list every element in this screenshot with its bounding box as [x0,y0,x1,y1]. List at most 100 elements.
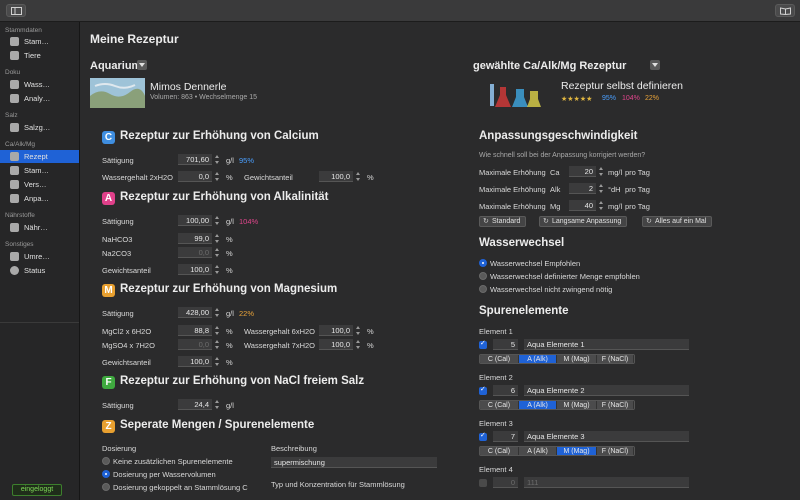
anpassung-mg-stepper[interactable] [598,200,604,211]
dosierung-radio-gekoppelt[interactable] [102,483,110,491]
dosierung-radio-volumen[interactable] [102,470,110,478]
calcium-gew-field[interactable]: 100,0 [319,171,353,182]
sidebar-toggle-button[interactable] [6,4,26,17]
sidebar-item-rezept[interactable]: Rezept [0,150,79,163]
segment-nacl[interactable]: F (NaCl) [597,447,634,455]
separate-title: Seperate Mengen / Spurenelemente [120,419,315,431]
sidebar-item-naehrstoffe[interactable]: Nähr… [0,221,79,234]
element-1-number[interactable]: 5 [493,339,518,350]
mg-mgcl-water-field[interactable]: 100,0 [319,325,353,336]
segment-cal[interactable]: C (Cal) [480,447,519,455]
sidebar-item-analyse[interactable]: Analy… [0,92,79,105]
segment-alk[interactable]: A (Alk) [519,355,557,363]
wasserwechsel-radio-nicht-noetig[interactable] [479,285,487,293]
sidebar-item-salzgehalt[interactable]: Salzg… [0,121,79,134]
element-1-segmented[interactable]: C (Cal) A (Alk) M (Mag) F (NaCl) [479,354,635,364]
element-3-name[interactable]: Aqua Elemente 3 [524,431,689,442]
segment-mag[interactable]: M (Mag) [557,447,597,455]
alk-nahco3-stepper[interactable] [214,233,220,244]
sidebar-item-stammloesung[interactable]: Stam… [0,35,79,48]
calcium-saettigung-stepper[interactable] [214,154,220,165]
alk-saettigung-stepper[interactable] [214,215,220,226]
sidebar-item-tiere[interactable]: Tiere [0,49,79,62]
alk-na2co3-stepper[interactable] [214,247,220,258]
segment-cal[interactable]: C (Cal) [480,355,519,363]
calcium-saettigung-field[interactable]: 701,60 [178,154,212,165]
anpassung-alk-field[interactable]: 2 [569,183,596,194]
segment-nacl[interactable]: F (NaCl) [597,355,634,363]
segment-alk[interactable]: A (Alk) [519,401,557,409]
lab-flasks-icon [486,79,546,109]
anpassung-alk-per: pro Tag [625,185,650,194]
section-stammdaten: Stammdaten [5,27,42,34]
alk-badge: A [102,192,115,205]
wasserwechsel-radio-empfohlen[interactable] [479,259,487,267]
element-2-number[interactable]: 6 [493,385,518,396]
alles-auf-ein-mal-button[interactable]: Alles auf ein Mal [642,216,713,227]
nacl-saettigung-stepper[interactable] [214,399,220,410]
nacl-saettigung-field[interactable]: 24,4 [178,399,212,410]
anpassung-alk-unit: °dH [608,185,621,194]
mg-saettigung-stepper[interactable] [214,307,220,318]
mg-unit: g/l [226,309,234,318]
standard-button[interactable]: Standard [479,216,527,227]
mg-mgso-water-field[interactable]: 100,0 [319,339,353,350]
mg-gew-field[interactable]: 100,0 [178,356,212,367]
anpassung-mg-field[interactable]: 40 [569,200,596,211]
element-3-segmented[interactable]: C (Cal) A (Alk) M (Mag) F (NaCl) [479,446,635,456]
segment-alk[interactable]: A (Alk) [519,447,557,455]
sidebar-item-verslauf[interactable]: Vers… [0,178,79,191]
aquarium-dropdown[interactable] [137,60,147,70]
alk-nahco3-field[interactable]: 99,0 [178,233,212,244]
element-1-checkbox[interactable] [479,339,487,349]
beschreibung-input[interactable]: supermischung [271,457,437,468]
dosierung-radio-none[interactable] [102,457,110,465]
element-3-number[interactable]: 7 [493,431,518,442]
langsame-anpassung-button[interactable]: Langsame Anpassung [539,216,628,227]
element-4-checkbox[interactable] [479,479,487,487]
wasserwechsel-option-nicht-noetig: Wasserwechsel nicht zwingend nötig [490,285,613,294]
segment-mag[interactable]: M (Mag) [557,401,597,409]
element-4-number[interactable]: 0 [493,477,518,488]
anpassung-ca-field[interactable]: 20 [569,166,596,177]
recipe-dropdown[interactable] [650,60,660,70]
element-1-name[interactable]: Aqua Elemente 1 [524,339,689,350]
mg-mgso-field[interactable]: 0,0 [178,339,212,350]
segment-cal[interactable]: C (Cal) [480,401,519,409]
alk-saettigung-field[interactable]: 100,00 [178,215,212,226]
wasserwechsel-radio-definiert[interactable] [479,272,487,280]
anpassung-ca-stepper[interactable] [598,166,604,177]
calcium-water-field[interactable]: 0,0 [178,171,212,182]
mg-saettigung-field[interactable]: 428,00 [178,307,212,318]
sidebar-item-anpassung[interactable]: Anpa… [0,192,79,205]
sidebar-item-umrechnung[interactable]: Umre… [0,250,79,263]
element-2-segmented[interactable]: C (Cal) A (Alk) M (Mag) F (NaCl) [479,400,635,410]
element-3-checkbox[interactable] [479,431,487,441]
segment-nacl[interactable]: F (NaCl) [597,401,634,409]
book-button[interactable] [775,4,795,17]
sidebar-item-wasser[interactable]: Wass… [0,78,79,91]
element-2-name[interactable]: Aqua Elemente 2 [524,385,689,396]
calcium-gew-stepper[interactable] [355,171,361,182]
sidebar-item-status[interactable]: Status [0,264,79,277]
alk-na2co3-field[interactable]: 0,0 [178,247,212,258]
calcium-water-label: Wassergehalt 2xH2O [102,173,174,182]
mg-mgcl-field[interactable]: 88,8 [178,325,212,336]
calcium-water-stepper[interactable] [214,171,220,182]
segment-mag[interactable]: M (Mag) [557,355,597,363]
anpassung-alk-stepper[interactable] [598,183,604,194]
mg-mgcl-stepper[interactable] [214,325,220,336]
mg-mgso-stepper[interactable] [214,339,220,350]
alk-gew-field[interactable]: 100,0 [178,264,212,275]
mg-mgcl-water-stepper[interactable] [355,325,361,336]
sidebar-icon [11,7,22,15]
alk-title: Rezeptur zur Erhöhung von Alkalinität [120,191,329,203]
element-2-checkbox[interactable] [479,385,487,395]
animal-icon [10,51,19,60]
mg-mgso-water-stepper[interactable] [355,339,361,350]
element-4-name[interactable]: 111 [524,477,689,488]
alk-gew-stepper[interactable] [214,264,220,275]
mg-title: Rezeptur zur Erhöhung von Magnesium [120,283,338,295]
mg-gew-stepper[interactable] [214,356,220,367]
sidebar-item-stammloesung-2[interactable]: Stam… [0,164,79,177]
